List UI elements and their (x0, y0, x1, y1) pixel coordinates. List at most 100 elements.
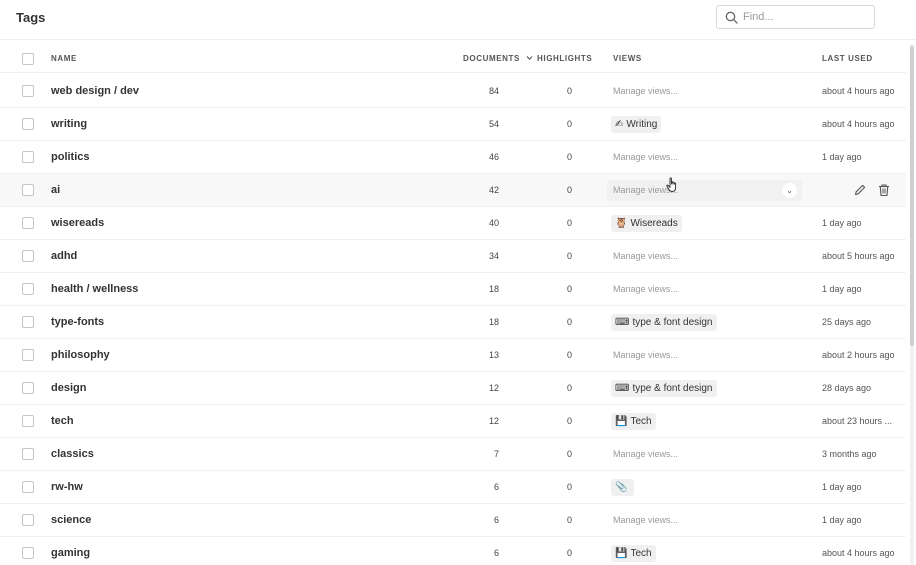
row-checkbox[interactable] (22, 514, 34, 526)
view-chip[interactable]: 💾 Tech (611, 545, 656, 562)
row-checkbox[interactable] (22, 217, 34, 229)
trash-icon[interactable] (877, 183, 891, 197)
table-row[interactable]: tech 12 0 💾 Tech about 23 hours ... (0, 405, 906, 438)
view-chip-label: Writing (626, 119, 658, 130)
tag-name[interactable]: ai (51, 184, 60, 196)
search-box[interactable] (716, 5, 875, 29)
column-header-documents[interactable]: DOCUMENTS (463, 54, 520, 63)
table-row[interactable]: wisereads 40 0 🦉 Wisereads 1 day ago (0, 207, 906, 240)
table-row[interactable]: gaming 6 0 💾 Tech about 4 hours ago (0, 537, 906, 565)
view-chip[interactable]: ✍ Writing (611, 116, 662, 133)
highlights-count: 0 (566, 119, 572, 129)
manage-views-link[interactable]: Manage views... (613, 515, 678, 525)
manage-views-link[interactable]: Manage views... (613, 350, 678, 360)
search-input[interactable] (743, 9, 868, 25)
manage-views-link[interactable]: Manage views... (613, 86, 678, 96)
highlights-count: 0 (566, 548, 572, 558)
tag-name[interactable]: science (51, 514, 91, 526)
tag-name[interactable]: health / wellness (51, 283, 138, 295)
row-checkbox[interactable] (22, 547, 34, 559)
view-chip[interactable]: 💾 Tech (611, 413, 656, 430)
tag-name[interactable]: tech (51, 415, 74, 427)
documents-count: 46 (488, 152, 499, 162)
table-row[interactable]: health / wellness 18 0 Manage views... 1 day… (0, 273, 906, 306)
tag-name[interactable]: wisereads (51, 217, 104, 229)
scrollbar-thumb[interactable] (910, 46, 914, 346)
manage-views-link[interactable]: Manage views... (613, 284, 678, 294)
table-row[interactable]: philosophy 13 0 Manage views... about 2 hour… (0, 339, 906, 372)
row-checkbox[interactable] (22, 415, 34, 427)
row-checkbox[interactable] (22, 382, 34, 394)
row-checkbox[interactable] (22, 85, 34, 97)
table-row[interactable]: rw-hw 6 0 📎 1 day ago (0, 471, 906, 504)
last-used: 3 months ago (822, 449, 877, 459)
tag-name[interactable]: adhd (51, 250, 77, 262)
documents-count: 12 (488, 383, 499, 393)
manage-views-link[interactable]: Manage views... (613, 251, 678, 261)
column-header-last-used[interactable]: LAST USED (822, 54, 873, 63)
highlights-count: 0 (566, 317, 572, 327)
tag-name[interactable]: writing (51, 118, 87, 130)
view-emoji-icon: ✍ (615, 119, 624, 130)
row-checkbox[interactable] (22, 184, 34, 196)
manage-views-link[interactable]: Manage views... (613, 152, 678, 162)
view-chip-label: Tech (630, 548, 652, 559)
table-header: NAME DOCUMENTS HIGHLIGHTS VIEWS LAST USE… (0, 44, 906, 73)
table-row[interactable]: type-fonts 18 0 ⌨ type & font design 25 days … (0, 306, 906, 339)
highlights-count: 0 (566, 284, 572, 294)
search-icon (725, 11, 738, 24)
tag-name[interactable]: politics (51, 151, 90, 163)
table-row[interactable]: web design / dev 84 0 Manage views... about … (0, 75, 906, 108)
highlights-count: 0 (566, 449, 572, 459)
table-row[interactable]: adhd 34 0 Manage views... about 5 hours ago (0, 240, 906, 273)
table-row[interactable]: science 6 0 Manage views... 1 day ago (0, 504, 906, 537)
tag-name[interactable]: type-fonts (51, 316, 104, 328)
row-checkbox[interactable] (22, 250, 34, 262)
tag-name[interactable]: philosophy (51, 349, 110, 361)
tag-name[interactable]: rw-hw (51, 481, 83, 493)
chevron-down-icon[interactable]: ⌄ (782, 183, 797, 198)
documents-count: 12 (488, 416, 499, 426)
view-chip[interactable]: 📎 (611, 479, 635, 496)
row-checkbox[interactable] (22, 316, 34, 328)
row-checkbox[interactable] (22, 481, 34, 493)
chevron-down-icon[interactable] (526, 55, 533, 61)
select-all-checkbox[interactable] (22, 53, 34, 65)
tag-name[interactable]: web design / dev (51, 85, 139, 97)
tag-name[interactable]: design (51, 382, 86, 394)
documents-count: 42 (488, 185, 499, 195)
last-used: about 2 hours ago (822, 350, 895, 360)
manage-views-link[interactable]: Manage views... (613, 449, 678, 459)
table-row[interactable]: design 12 0 ⌨ type & font design 28 days ago (0, 372, 906, 405)
view-chip[interactable]: ⌨ type & font design (611, 380, 717, 397)
views-select[interactable]: Manage views... ⌄ (607, 180, 802, 201)
column-header-highlights[interactable]: HIGHLIGHTS (537, 54, 592, 63)
documents-count: 34 (488, 251, 499, 261)
view-chip-label: type & font design (632, 383, 713, 394)
tag-name[interactable]: classics (51, 448, 94, 460)
row-checkbox[interactable] (22, 448, 34, 460)
view-emoji-icon: ⌨ (615, 383, 630, 394)
table-row[interactable]: politics 46 0 Manage views... 1 day ago (0, 141, 906, 174)
column-header-name[interactable]: NAME (51, 54, 77, 63)
row-checkbox[interactable] (22, 118, 34, 130)
row-checkbox[interactable] (22, 283, 34, 295)
documents-count: 13 (488, 350, 499, 360)
table-row[interactable]: ai 42 0 Manage views... ⌄ (0, 174, 906, 207)
highlights-count: 0 (566, 185, 572, 195)
view-emoji-icon: 📎 (615, 482, 628, 493)
pencil-icon[interactable] (853, 183, 867, 197)
row-checkbox[interactable] (22, 349, 34, 361)
top-bar: Tags (0, 0, 916, 40)
view-emoji-icon: 🦉 (615, 218, 628, 229)
column-header-views: VIEWS (613, 54, 642, 63)
tag-name[interactable]: gaming (51, 547, 90, 559)
row-checkbox[interactable] (22, 151, 34, 163)
documents-count: 84 (488, 86, 499, 96)
view-chip[interactable]: ⌨ type & font design (611, 314, 717, 331)
table-row[interactable]: writing 54 0 ✍ Writing about 4 hours ago (0, 108, 906, 141)
last-used: about 4 hours ago (822, 548, 895, 558)
highlights-count: 0 (566, 515, 572, 525)
view-chip[interactable]: 🦉 Wisereads (611, 215, 682, 232)
table-row[interactable]: classics 7 0 Manage views... 3 months ago (0, 438, 906, 471)
